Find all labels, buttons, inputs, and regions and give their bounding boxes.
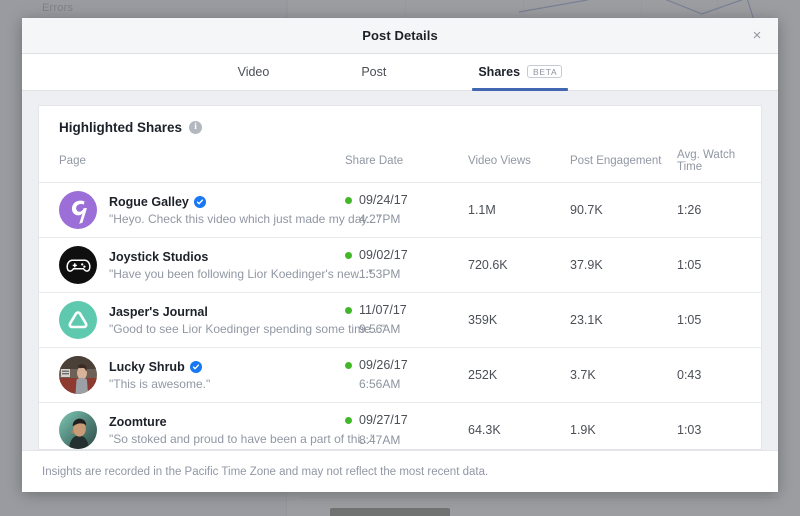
cell-page: Lucky Shrub "This is awesome." xyxy=(39,347,345,403)
cell-page: Rogue Galley "Heyo. Check this video whic… xyxy=(39,182,381,238)
cell-share-date: 11/07/17 9:56AM xyxy=(345,292,468,348)
tab-bar: Video Post Shares BETA xyxy=(22,54,778,91)
share-quote: "This is awesome." xyxy=(109,376,211,391)
page-name[interactable]: Zoomture xyxy=(109,415,167,429)
table-row[interactable]: Zoomture "So stoked and proud to have bee… xyxy=(39,403,761,450)
modal-body: Highlighted Shares i Page Share Date Vid… xyxy=(22,91,778,450)
column-header-video-views: Video Views xyxy=(468,135,570,183)
beta-badge: BETA xyxy=(527,64,563,79)
avatar xyxy=(59,191,97,229)
status-dot-icon xyxy=(345,196,352,204)
page-name[interactable]: Jasper's Journal xyxy=(109,305,208,319)
page-name[interactable]: Joystick Studios xyxy=(109,250,208,264)
card-title: Highlighted Shares xyxy=(59,120,183,135)
share-date-value: 09/26/17 xyxy=(359,358,408,373)
table-row[interactable]: Joystick Studios "Have you been following… xyxy=(39,237,761,293)
page-name[interactable]: Lucky Shrub xyxy=(109,360,185,374)
table-row[interactable]: Lucky Shrub "This is awesome." 09/26/17 6:5… xyxy=(39,347,761,403)
cell-video-views: 1.1M xyxy=(468,182,570,238)
cell-page: Zoomture "So stoked and proud to have bee… xyxy=(39,403,375,449)
share-date-value: 09/02/17 xyxy=(359,248,408,263)
share-date-value: 09/27/17 xyxy=(359,413,408,428)
highlighted-shares-card: Highlighted Shares i Page Share Date Vid… xyxy=(38,105,762,450)
info-icon[interactable]: i xyxy=(189,121,203,134)
share-quote: "Have you been following Lior Koedinger'… xyxy=(109,266,373,281)
cell-avg-watch-time: 1:03 xyxy=(677,423,702,438)
card-header: Highlighted Shares i xyxy=(39,106,761,135)
column-header-page: Page xyxy=(39,135,345,183)
verified-badge-icon xyxy=(189,360,202,373)
cell-post-engagement: 90.7K xyxy=(570,182,677,238)
cell-avg-watch-time: 1:26 xyxy=(677,182,761,238)
post-details-modal: Post Details × Video Post Shares BETA Hi… xyxy=(22,18,778,492)
page-name[interactable]: Rogue Galley xyxy=(109,195,189,209)
status-dot-icon xyxy=(345,306,352,314)
cell-share-date: 09/02/17 1:53PM xyxy=(345,237,468,293)
share-time-value: 9:56AM xyxy=(359,322,401,337)
tab-shares-label: Shares xyxy=(478,64,521,79)
tab-video[interactable]: Video xyxy=(238,53,270,90)
cell-page: Joystick Studios "Have you been following… xyxy=(39,237,373,293)
share-time-value: 4:27PM xyxy=(359,212,401,227)
cell-video-views: 720.6K xyxy=(468,237,570,293)
modal-header: Post Details × xyxy=(22,18,778,54)
cell-share-date: 09/27/17 8:47AM xyxy=(345,403,468,450)
cell-share-date: 09/26/17 6:56AM xyxy=(345,347,468,403)
column-header-share-date: Share Date xyxy=(345,135,468,183)
cell-post-engagement: 37.9K xyxy=(570,237,677,293)
tab-post-label: Post xyxy=(361,64,387,79)
tab-video-label: Video xyxy=(237,64,270,79)
cell-video-views: 252K xyxy=(468,347,570,403)
avatar xyxy=(59,301,97,339)
cell-avg-watch-time: 1:05 xyxy=(677,292,761,348)
page-title: Post Details xyxy=(362,28,438,43)
tab-shares[interactable]: Shares BETA xyxy=(472,53,569,91)
cell-video-views: 64.3K xyxy=(468,423,501,438)
status-dot-icon xyxy=(345,251,352,259)
share-quote: "Heyo. Check this video which just made … xyxy=(109,211,381,226)
avatar xyxy=(59,356,97,394)
cell-share-date: 09/24/17 4:27PM xyxy=(345,182,468,238)
column-header-avg-watch-time: Avg. Watch Time xyxy=(677,135,761,183)
table-header: Page Share Date Video Views Post Engagem… xyxy=(39,135,761,183)
footer-note: Insights are recorded in the Pacific Tim… xyxy=(42,465,489,478)
share-time-value: 8:47AM xyxy=(359,432,401,447)
share-time-value: 1:53PM xyxy=(359,267,401,282)
share-date-value: 09/24/17 xyxy=(359,193,408,208)
tab-post[interactable]: Post xyxy=(361,53,386,90)
status-dot-icon xyxy=(345,361,352,369)
share-date-value: 11/07/17 xyxy=(359,303,407,318)
close-icon[interactable]: × xyxy=(746,25,768,47)
table-row[interactable]: Rogue Galley "Heyo. Check this video whic… xyxy=(39,182,761,238)
modal-footer: Insights are recorded in the Pacific Tim… xyxy=(22,450,778,492)
cell-video-views: 359K xyxy=(468,292,570,348)
table-row[interactable]: Jasper's Journal "Good to see Lior Koedin… xyxy=(39,292,761,348)
shares-table: Page Share Date Video Views Post Engagem… xyxy=(39,135,761,450)
share-time-value: 6:56AM xyxy=(359,377,401,392)
share-quote: "Good to see Lior Koedinger spending som… xyxy=(109,321,386,336)
cell-avg-watch-time: 0:43 xyxy=(677,347,761,403)
cell-avg-watch-time: 1:05 xyxy=(677,237,761,293)
status-dot-icon xyxy=(345,417,352,425)
verified-badge-icon xyxy=(193,195,206,208)
avatar xyxy=(59,411,97,449)
cell-page: Jasper's Journal "Good to see Lior Koedin… xyxy=(39,292,386,348)
avatar xyxy=(59,246,97,284)
cell-post-engagement: 23.1K xyxy=(570,292,677,348)
share-quote: "So stoked and proud to have been a part… xyxy=(109,431,375,446)
cell-post-engagement: 1.9K xyxy=(570,423,596,438)
cell-post-engagement: 3.7K xyxy=(570,347,677,403)
column-header-post-engagement: Post Engagement xyxy=(570,135,677,183)
table-body: Rogue Galley "Heyo. Check this video whic… xyxy=(39,182,761,450)
